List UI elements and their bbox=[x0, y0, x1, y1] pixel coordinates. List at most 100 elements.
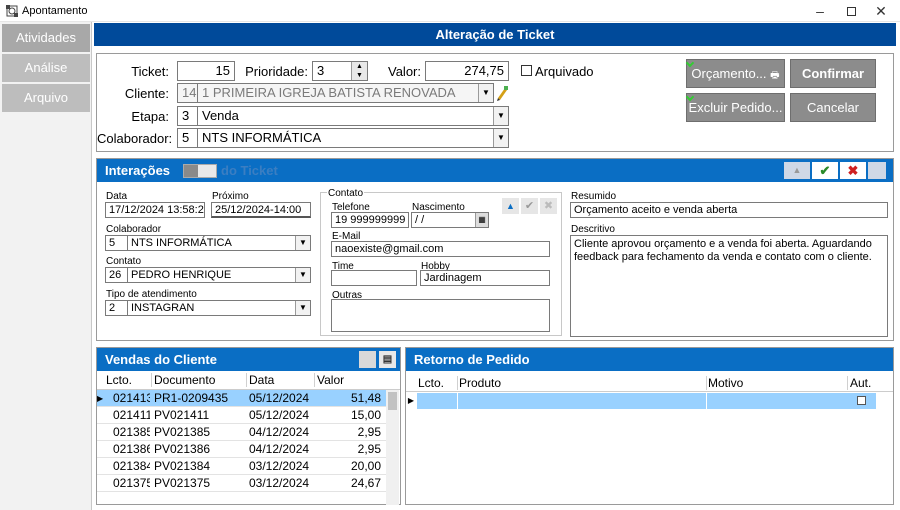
cell-data: 04/12/2024 bbox=[249, 442, 310, 456]
resumido-field[interactable]: Orçamento aceito e venda aberta bbox=[570, 202, 888, 218]
cliente-code-field[interactable]: 14 bbox=[177, 83, 197, 103]
etapa-code-field[interactable]: 3 bbox=[177, 106, 197, 126]
cell-valor: 51,48 bbox=[350, 391, 381, 405]
retorno-panel: Retorno de Pedido Lcto. Produto Motivo A… bbox=[405, 347, 894, 505]
calendar-icon[interactable]: ▦ bbox=[475, 213, 488, 227]
orcamento-button[interactable]: Orçamento... 🖶 bbox=[686, 59, 785, 88]
ticket-panel: Ticket: 15 Prioridade: 3 ▲ ▼ Valor: 274,7… bbox=[96, 53, 894, 152]
row-pointer-icon: ▶ bbox=[407, 396, 415, 405]
toggle-label: do Ticket bbox=[221, 163, 278, 178]
sidebar-item-analise[interactable]: Análise bbox=[2, 54, 90, 82]
window-title: Apontamento bbox=[22, 5, 88, 17]
ret-col-lcto[interactable]: Lcto. bbox=[418, 376, 458, 390]
tipo-dropdown-icon[interactable]: ▼ bbox=[295, 301, 310, 315]
col-valor[interactable]: Valor bbox=[317, 373, 383, 387]
int-contato-dropdown-icon[interactable]: ▼ bbox=[295, 268, 310, 282]
vendas-filter-icon[interactable] bbox=[359, 351, 376, 368]
cell-lcto: 021411 bbox=[113, 408, 150, 422]
print-icon: 🖶 bbox=[770, 70, 780, 81]
confirmar-button[interactable]: Confirmar bbox=[790, 59, 876, 88]
valor-field[interactable]: 274,75 bbox=[425, 61, 509, 81]
cliente-edit-icon[interactable] bbox=[495, 84, 509, 102]
proximo-label: Próximo bbox=[212, 191, 249, 202]
proximo-field[interactable]: 25/12/2024-14:00 bbox=[211, 202, 311, 218]
table-row[interactable]: 021386 PV021386 04/12/2024 2,95 bbox=[97, 441, 386, 458]
etapa-name-field[interactable]: Venda bbox=[197, 106, 509, 126]
contact-x-icon[interactable]: ✖ bbox=[540, 198, 557, 214]
sidebar-item-atividades[interactable]: Atividades bbox=[2, 24, 90, 52]
sidebar: Atividades Análise Arquivo bbox=[0, 22, 92, 510]
sidebar-item-arquivo[interactable]: Arquivo bbox=[2, 84, 90, 112]
contact-check-icon[interactable]: ✔ bbox=[521, 198, 538, 214]
app-icon bbox=[6, 5, 18, 17]
ret-col-produto[interactable]: Produto bbox=[459, 376, 707, 390]
contact-up-icon[interactable]: ▲ bbox=[502, 198, 519, 214]
cliente-name-field[interactable]: 1 PRIMEIRA IGREJA BATISTA RENOVADA bbox=[197, 83, 494, 103]
confirm-check-icon[interactable]: ✔ bbox=[812, 162, 838, 179]
ret-col-motivo[interactable]: Motivo bbox=[708, 376, 848, 390]
int-colaborador-code[interactable]: 5 bbox=[105, 235, 127, 251]
cell-doc: PR1-0209435 bbox=[154, 391, 229, 405]
outras-field[interactable] bbox=[331, 299, 550, 332]
cell-lcto: 021386 bbox=[113, 442, 150, 456]
toggle-switch[interactable] bbox=[183, 164, 217, 178]
data-field[interactable]: 17/12/2024 13:58:21 bbox=[105, 202, 205, 218]
prioridade-spinner[interactable]: ▲ ▼ bbox=[351, 62, 367, 80]
descritivo-label: Descritivo bbox=[571, 224, 615, 235]
ticket-field[interactable]: 15 bbox=[177, 61, 235, 81]
time-field[interactable] bbox=[331, 270, 417, 286]
colaborador-code-field[interactable]: 5 bbox=[177, 128, 197, 148]
retorno-row[interactable] bbox=[417, 393, 876, 409]
ticket-label: Ticket: bbox=[131, 64, 169, 79]
valor-label: Valor: bbox=[388, 64, 421, 79]
maximize-button[interactable] bbox=[836, 0, 866, 22]
int-contato-name[interactable]: PEDRO HENRIQUE bbox=[127, 267, 311, 283]
vendas-header: Vendas do Cliente ▤ bbox=[97, 348, 400, 371]
minimize-button[interactable]: – bbox=[805, 0, 835, 22]
cancelar-button[interactable]: Cancelar bbox=[790, 93, 876, 122]
table-row[interactable]: 021375 PV021375 03/12/2024 24,67 bbox=[97, 475, 386, 492]
delete-x-icon[interactable]: ✖ bbox=[840, 162, 866, 179]
vendas-scrollbar[interactable] bbox=[386, 390, 399, 505]
cell-lcto: 021413 bbox=[113, 391, 150, 405]
col-lcto[interactable]: Lcto. bbox=[106, 373, 152, 387]
ret-col-aut[interactable]: Aut. bbox=[850, 376, 880, 390]
hobby-field[interactable]: Jardinagem bbox=[420, 270, 550, 286]
table-row[interactable]: 021411 PV021411 05/12/2024 15,00 bbox=[97, 407, 386, 424]
extra-icon[interactable] bbox=[868, 162, 886, 179]
colaborador-dropdown-icon[interactable]: ▼ bbox=[493, 129, 508, 147]
etapa-dropdown-icon[interactable]: ▼ bbox=[493, 107, 508, 125]
colaborador-name-field[interactable]: NTS INFORMÁTICA bbox=[197, 128, 509, 148]
col-documento[interactable]: Documento bbox=[154, 373, 247, 387]
int-colaborador-name[interactable]: NTS INFORMÁTICA bbox=[127, 235, 311, 251]
arquivado-checkbox[interactable] bbox=[521, 65, 532, 76]
table-row[interactable]: ▶ 021413 PR1-0209435 05/12/2024 51,48 bbox=[97, 390, 386, 407]
email-field[interactable]: naoexiste@gmail.com bbox=[331, 241, 550, 257]
cell-data: 05/12/2024 bbox=[249, 408, 310, 422]
aut-checkbox[interactable] bbox=[857, 396, 866, 405]
telefone-field[interactable]: 19 999999999 bbox=[331, 212, 409, 228]
retorno-header: Retorno de Pedido bbox=[406, 348, 893, 371]
excluir-pedido-button[interactable]: Excluir Pedido... bbox=[686, 93, 785, 122]
move-up-icon[interactable]: ▲ bbox=[784, 162, 810, 179]
descritivo-field[interactable]: Cliente aprovou orçamento e a venda foi … bbox=[570, 235, 888, 337]
colaborador-label: Colaborador: bbox=[97, 131, 173, 146]
int-contato-code[interactable]: 26 bbox=[105, 267, 127, 283]
cell-valor: 24,67 bbox=[350, 476, 381, 490]
table-row[interactable]: 021385 PV021385 04/12/2024 2,95 bbox=[97, 424, 386, 441]
contato-group-label: Contato bbox=[327, 188, 365, 199]
interacoes-header: Interações do Ticket ▲ ✔ ✖ bbox=[97, 159, 893, 182]
arquivado-label: Arquivado bbox=[535, 64, 594, 79]
int-colaborador-label: Colaborador bbox=[106, 224, 162, 235]
col-data[interactable]: Data bbox=[249, 373, 315, 387]
tipo-code[interactable]: 2 bbox=[105, 300, 127, 316]
title-bar: Apontamento – ✕ bbox=[0, 0, 900, 22]
close-button[interactable]: ✕ bbox=[866, 0, 896, 22]
cliente-dropdown-icon[interactable]: ▼ bbox=[478, 84, 493, 102]
vendas-export-icon[interactable]: ▤ bbox=[379, 351, 396, 368]
table-row[interactable]: 021384 PV021384 03/12/2024 20,00 bbox=[97, 458, 386, 475]
cell-doc: PV021375 bbox=[154, 476, 211, 490]
interacoes-panel: Interações do Ticket ▲ ✔ ✖ Data 17/12/20… bbox=[96, 158, 894, 341]
tipo-name[interactable]: INSTAGRAN bbox=[127, 300, 311, 316]
int-colaborador-dropdown-icon[interactable]: ▼ bbox=[295, 236, 310, 250]
